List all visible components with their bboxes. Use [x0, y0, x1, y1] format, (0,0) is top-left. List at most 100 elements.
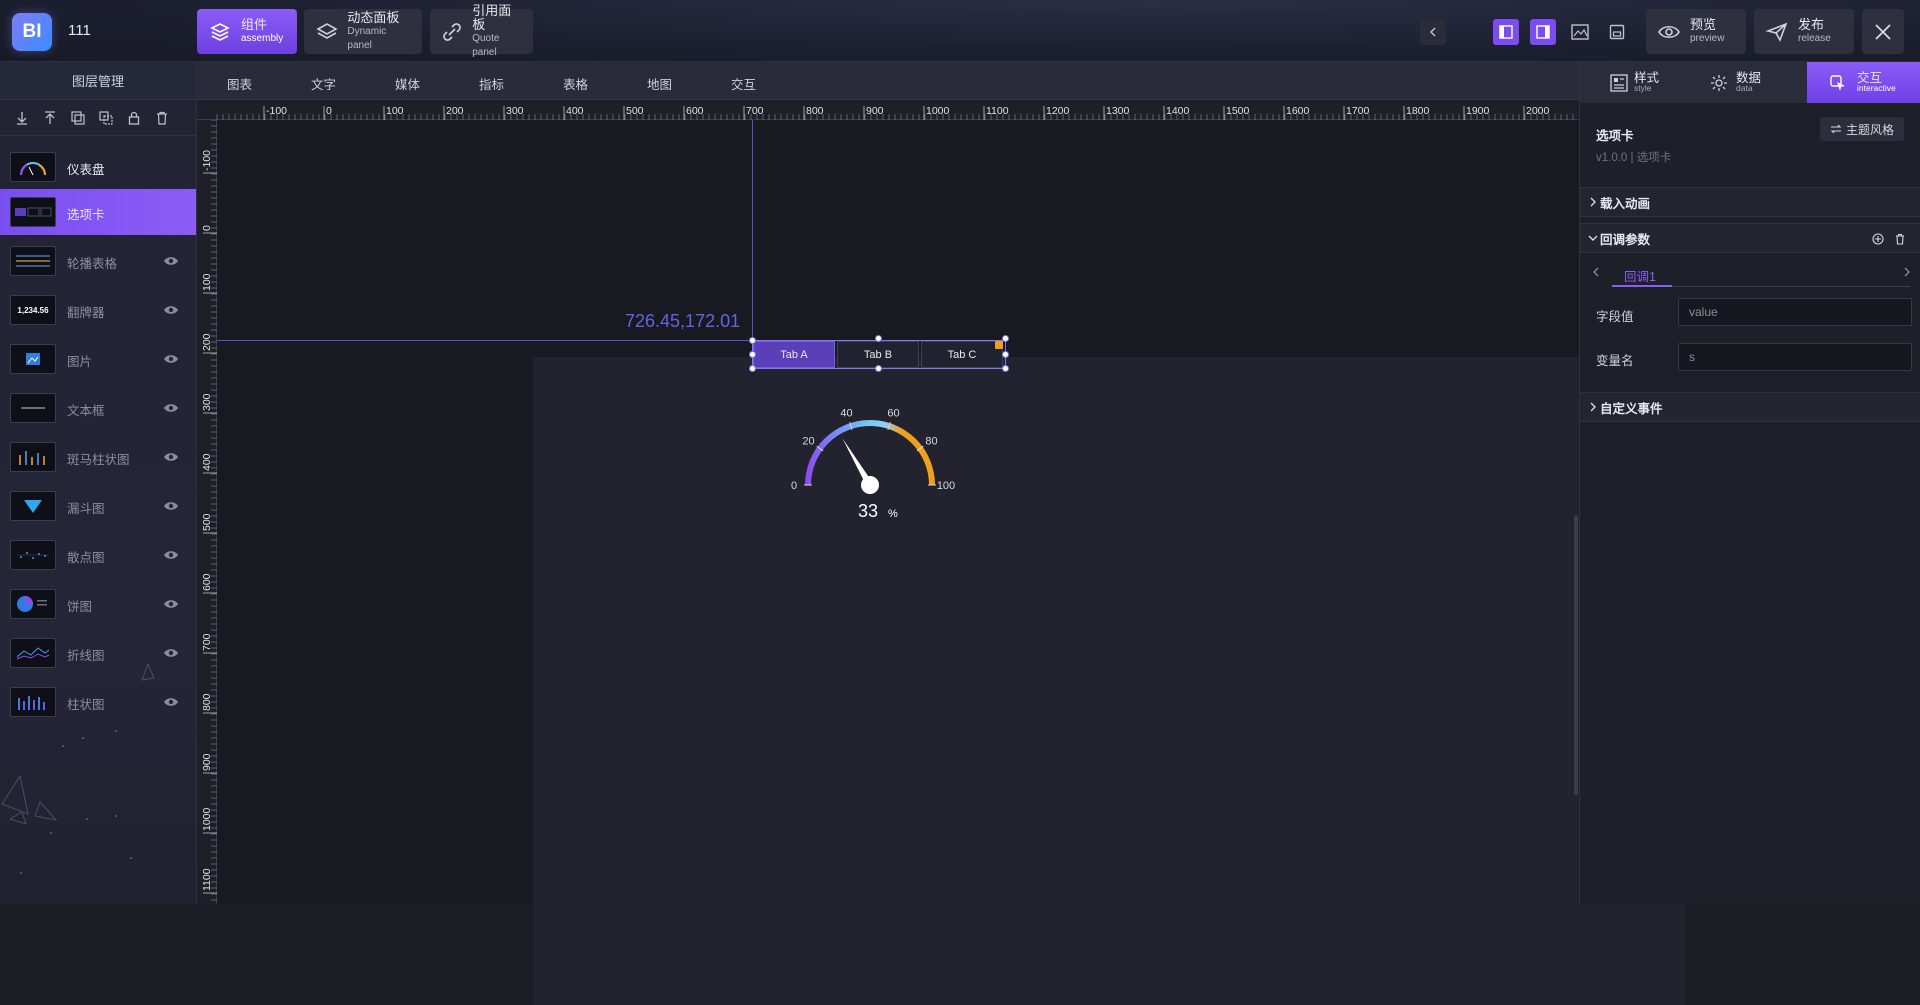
- resize-handle[interactable]: [1002, 335, 1009, 342]
- tab-b[interactable]: Tab B: [837, 341, 919, 368]
- ruler-horizontal[interactable]: -100 0 100 200 300 400 500 600 700 800 900 1000 1100…: [197, 100, 1592, 120]
- property-tabs: 样式 style 数据 data 交互 interactive: [1580, 62, 1920, 103]
- callback-tab[interactable]: 回调1: [1624, 266, 1656, 285]
- gauge-component[interactable]: 0 20 40 60 80 100 33 %: [770, 393, 970, 533]
- project-name: 111: [68, 22, 91, 39]
- screenshot-button[interactable]: [1567, 19, 1593, 45]
- tab-media[interactable]: 媒体: [395, 74, 420, 93]
- layer-name: 柱状图: [67, 698, 105, 712]
- assembly-button[interactable]: 组件 assembly: [197, 9, 297, 54]
- gauge-hub: [861, 476, 879, 494]
- toggle-right-panel-button[interactable]: [1530, 19, 1556, 45]
- ruler-label: 200: [201, 333, 213, 351]
- layer-item[interactable]: 散点图: [0, 532, 196, 578]
- resize-handle[interactable]: [1002, 365, 1009, 372]
- tab-style[interactable]: 样式 style: [1580, 62, 1674, 103]
- resize-handle[interactable]: [875, 335, 882, 342]
- ruler-label: 1400: [1166, 105, 1190, 117]
- add-circle-icon[interactable]: [1872, 233, 1884, 245]
- ruler-vertical[interactable]: -100 0 100 200 300 400 500 600 700 800 900 1000 1100: [197, 119, 217, 904]
- eye-icon[interactable]: [163, 499, 179, 511]
- tab-interactive[interactable]: 交互 interactive: [1807, 62, 1920, 103]
- delete-icon[interactable]: [154, 110, 169, 125]
- resize-handle[interactable]: [749, 365, 756, 372]
- assembly-label: 组件: [241, 16, 268, 32]
- dynamic-panel-button[interactable]: 动态面板 Dynamic panel: [304, 9, 422, 54]
- chevron-right-icon[interactable]: [1903, 267, 1911, 277]
- ruler-label: 1100: [986, 105, 1009, 117]
- tab-a[interactable]: Tab A: [753, 341, 835, 368]
- tab-map[interactable]: 地图: [647, 74, 672, 93]
- layer-item[interactable]: 漏斗图: [0, 483, 196, 529]
- layer-item[interactable]: 折线图: [0, 630, 196, 676]
- save-button[interactable]: [1604, 19, 1630, 45]
- resize-handle[interactable]: [1002, 351, 1009, 358]
- layer-item[interactable]: 1,234.56 翻牌器: [0, 287, 196, 333]
- ruler-label: 800: [806, 105, 824, 117]
- section-custom-events[interactable]: 自定义事件: [1580, 392, 1920, 422]
- ruler-label: 700: [746, 105, 764, 117]
- eye-icon[interactable]: [163, 548, 179, 560]
- callback-tab-indicator: [1612, 285, 1672, 287]
- layer-item[interactable]: 饼图: [0, 581, 196, 627]
- section-callback-params[interactable]: 回调参数: [1580, 223, 1920, 253]
- ruler-label: 1900: [1466, 105, 1490, 117]
- tab-data[interactable]: 数据 data: [1674, 62, 1786, 103]
- close-icon: [1875, 23, 1891, 40]
- tab-text[interactable]: 文字: [311, 74, 336, 93]
- layer-item[interactable]: 柱状图: [0, 679, 196, 725]
- chevron-left-icon[interactable]: [1592, 267, 1600, 277]
- layer-item[interactable]: 轮播表格: [0, 238, 196, 284]
- tab-interaction[interactable]: 交互: [731, 74, 756, 93]
- move-up-icon[interactable]: [42, 110, 57, 125]
- ruler-label: 2000: [1526, 105, 1550, 117]
- eye-icon[interactable]: [163, 695, 179, 707]
- ruler-label: 1300: [1106, 105, 1130, 117]
- layer-item[interactable]: 斑马柱状图: [0, 434, 196, 480]
- eye-icon[interactable]: [163, 597, 179, 609]
- copy-icon[interactable]: [70, 110, 85, 125]
- delete-icon[interactable]: [1894, 233, 1906, 245]
- decor-triangles: [1, 774, 58, 824]
- tab-c[interactable]: Tab C: [921, 341, 1003, 368]
- eye-icon[interactable]: [163, 401, 179, 413]
- eye-icon[interactable]: [163, 303, 179, 315]
- collapse-left-button[interactable]: [1420, 19, 1446, 45]
- canvas-scrollbar[interactable]: [1574, 515, 1578, 795]
- layer-name: 斑马柱状图: [67, 453, 130, 467]
- eye-icon[interactable]: [163, 646, 179, 658]
- close-button[interactable]: [1862, 9, 1904, 54]
- eye-icon[interactable]: [163, 352, 179, 364]
- eye-icon[interactable]: [163, 450, 179, 462]
- preview-button[interactable]: 预览 preview: [1646, 9, 1746, 54]
- variable-name-input[interactable]: s: [1678, 343, 1912, 371]
- chevron-right-icon: [1590, 402, 1596, 412]
- lock-badge-icon[interactable]: [995, 341, 1003, 349]
- toggle-left-panel-button[interactable]: [1493, 19, 1519, 45]
- layer-item-selected[interactable]: 选项卡: [0, 189, 196, 235]
- layer-item[interactable]: 文本框: [0, 385, 196, 431]
- ruler-label: 1500: [1226, 105, 1250, 117]
- tab-indicator[interactable]: 指标: [479, 74, 504, 93]
- move-down-icon[interactable]: [14, 110, 29, 125]
- layer-name: 轮播表格: [67, 257, 118, 271]
- tab-chart[interactable]: 图表: [227, 74, 252, 93]
- dynamic-panel-label: 动态面板: [347, 9, 400, 25]
- layer-item[interactable]: 仪表盘: [0, 144, 196, 190]
- group-icon[interactable]: [98, 110, 113, 125]
- field-value-input[interactable]: value: [1678, 298, 1912, 326]
- ruler-label: 1700: [1346, 105, 1370, 117]
- tab-table[interactable]: 表格: [563, 74, 588, 93]
- gauge-tick-label: 100: [937, 480, 955, 492]
- resize-handle[interactable]: [749, 337, 756, 344]
- section-load-animation[interactable]: 载入动画: [1580, 187, 1920, 217]
- theme-style-button[interactable]: 主题风格: [1820, 117, 1904, 141]
- resize-handle[interactable]: [749, 351, 756, 358]
- canvas-screen[interactable]: [533, 357, 1686, 1005]
- resize-handle[interactable]: [875, 365, 882, 372]
- quote-panel-button[interactable]: 引用面板 Quote panel: [430, 3, 533, 58]
- layer-item[interactable]: 图片: [0, 336, 196, 382]
- lock-icon[interactable]: [126, 110, 141, 125]
- eye-icon[interactable]: [163, 254, 179, 266]
- release-button[interactable]: 发布 release: [1754, 9, 1854, 54]
